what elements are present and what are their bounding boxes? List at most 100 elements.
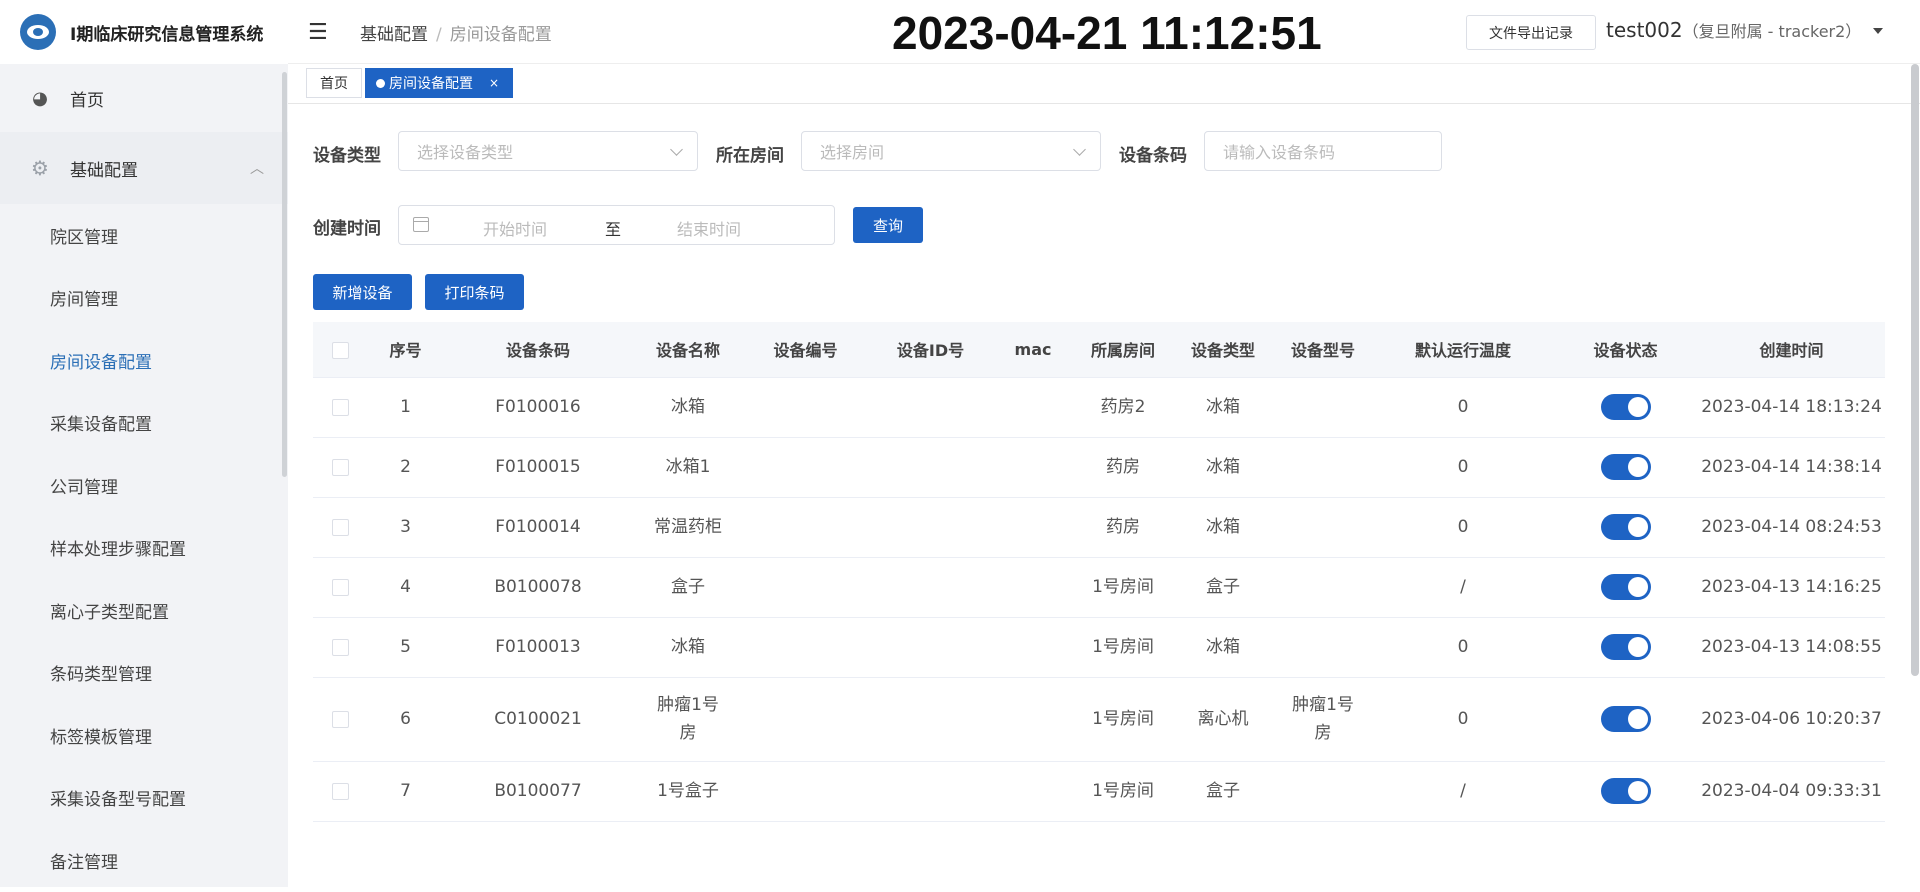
row-select-cell (313, 437, 368, 498)
query-button[interactable]: 查询 (853, 207, 923, 243)
cell-mac (993, 761, 1073, 822)
cell-status (1553, 497, 1698, 558)
close-icon[interactable]: × (489, 76, 499, 90)
column-header: 设备编号 (743, 322, 868, 378)
user-menu[interactable]: test002（复旦附属 - tracker2） (1606, 18, 1861, 42)
device-type-select[interactable]: 选择设备类型 (398, 131, 698, 171)
status-toggle[interactable] (1600, 706, 1651, 732)
sidebar-item-room-device[interactable]: 房间设备配置 (0, 329, 288, 392)
cell-created: 2023-04-14 08:24:53 (1698, 497, 1885, 558)
clock-display: 2023-04-21 11:12:51 (892, 7, 1322, 59)
sidebar-item-campus[interactable]: 院区管理 (0, 204, 288, 267)
cell-no: 2 (368, 437, 443, 498)
add-device-button[interactable]: 新增设备 (313, 274, 412, 310)
status-toggle[interactable] (1600, 778, 1651, 804)
sidebar-item-sample-steps[interactable]: 样本处理步骤配置 (0, 517, 288, 580)
created-time-label: 创建时间 (313, 219, 381, 239)
sidebar-submenu: 院区管理 房间管理 房间设备配置 采集设备配置 公司管理 样本处理步骤配置 离心… (0, 204, 288, 892)
table-row: 4 B0100078 盒子 1号房间 盒子/2023-04-13 14:16:25 (313, 557, 1885, 618)
row-checkbox[interactable] (332, 398, 349, 416)
start-date-input[interactable]: 开始时间 (483, 216, 547, 240)
sidebar-item-centrifuge-type[interactable]: 离心子类型配置 (0, 579, 288, 642)
device-type-label: 设备类型 (313, 146, 381, 166)
status-toggle[interactable] (1600, 394, 1651, 420)
cell-temp: / (1373, 557, 1553, 618)
cell-created: 2023-04-06 10:20:37 (1698, 677, 1885, 762)
cell-devid (868, 677, 993, 762)
main-scrollbar[interactable] (1911, 64, 1919, 676)
cell-created: 2023-04-13 14:16:25 (1698, 557, 1885, 618)
cell-barcode: F0100015 (443, 437, 633, 498)
barcode-input[interactable]: 请输入设备条码 (1204, 131, 1442, 171)
sidebar-scrollbar[interactable] (282, 72, 287, 477)
row-select-cell (313, 761, 368, 822)
breadcrumb-item-basic-config[interactable]: 基础配置 (360, 25, 428, 45)
export-records-button[interactable]: 文件导出记录 (1466, 15, 1596, 50)
sidebar-group-basic-config[interactable]: ⚙ 基础配置 ︿ (0, 132, 288, 204)
select-all-cell (313, 322, 368, 378)
created-date-range[interactable]: 开始时间 至 结束时间 (398, 205, 835, 245)
caret-down-icon[interactable] (1873, 28, 1883, 34)
row-checkbox[interactable] (332, 578, 349, 596)
status-toggle[interactable] (1600, 634, 1651, 660)
sidebar-item-collect-device[interactable]: 采集设备配置 (0, 392, 288, 455)
cell-model (1273, 437, 1373, 498)
select-all-checkbox[interactable] (332, 341, 349, 359)
cell-code (743, 761, 868, 822)
cell-barcode: B0100078 (443, 557, 633, 618)
column-header: 设备名称 (633, 322, 743, 378)
status-toggle[interactable] (1600, 514, 1651, 540)
cell-devid (868, 377, 993, 438)
sidebar: I期临床研究信息管理系统 ◕ 首页 ⚙ 基础配置 ︿ 院区管理 房间管理 房间设… (0, 0, 288, 887)
cell-room: 药房 (1073, 437, 1173, 498)
row-checkbox[interactable] (332, 710, 349, 728)
end-date-input[interactable]: 结束时间 (677, 216, 741, 240)
sidebar-item-remarks[interactable]: 备注管理 (0, 829, 288, 892)
room-select[interactable]: 选择房间 (801, 131, 1101, 171)
tab-home[interactable]: 首页 (306, 68, 362, 98)
cell-no: 7 (368, 761, 443, 822)
cell-room: 1号房间 (1073, 677, 1173, 762)
row-select-cell (313, 377, 368, 438)
row-select-cell (313, 557, 368, 618)
cell-type: 盒子 (1173, 557, 1273, 618)
cell-room: 1号房间 (1073, 557, 1173, 618)
sidebar-item-label-template[interactable]: 标签模板管理 (0, 704, 288, 767)
cell-barcode: F0100013 (443, 617, 633, 678)
sidebar-item-home[interactable]: ◕ 首页 (0, 64, 288, 132)
menu-toggle-icon[interactable]: ☰ (308, 20, 328, 45)
cell-status (1553, 377, 1698, 438)
cell-created: 2023-04-04 09:33:31 (1698, 761, 1885, 822)
row-checkbox[interactable] (332, 458, 349, 476)
row-checkbox[interactable] (332, 518, 349, 536)
row-checkbox[interactable] (332, 782, 349, 800)
print-barcode-button[interactable]: 打印条码 (425, 274, 524, 310)
column-header: 设备型号 (1273, 322, 1373, 378)
status-toggle[interactable] (1600, 454, 1651, 480)
cell-created: 2023-04-14 18:13:24 (1698, 377, 1885, 438)
sidebar-item-company[interactable]: 公司管理 (0, 454, 288, 517)
tab-room-device[interactable]: 房间设备配置 × (365, 68, 513, 98)
tab-label: 房间设备配置 (389, 76, 473, 92)
cell-status (1553, 437, 1698, 498)
cell-model (1273, 497, 1373, 558)
cell-temp: 0 (1373, 677, 1553, 762)
sidebar-item-collect-model[interactable]: 采集设备型号配置 (0, 767, 288, 830)
table-row: 7 B0100077 1号盒子 1号房间 盒子 / 2023-04-04 09:33:31 (313, 761, 1885, 822)
cell-status (1553, 617, 1698, 678)
status-toggle[interactable] (1600, 574, 1651, 600)
row-checkbox[interactable] (332, 638, 349, 656)
column-header: 设备类型 (1173, 322, 1273, 378)
cell-temp: 0 (1373, 377, 1553, 438)
breadcrumb-item-current: 房间设备配置 (449, 25, 552, 45)
app-logo-icon (20, 14, 56, 50)
column-header: 设备状态 (1553, 322, 1698, 378)
cell-barcode: B0100077 (443, 761, 633, 822)
cell-no: 1 (368, 377, 443, 438)
sidebar-item-barcode-type[interactable]: 条码类型管理 (0, 642, 288, 705)
sidebar-item-room[interactable]: 房间管理 (0, 267, 288, 330)
cell-created: 2023-04-14 14:38:14 (1698, 437, 1885, 498)
cell-no: 6 (368, 677, 443, 762)
cell-mac (993, 677, 1073, 762)
cell-name: 1号盒子 (633, 761, 743, 822)
